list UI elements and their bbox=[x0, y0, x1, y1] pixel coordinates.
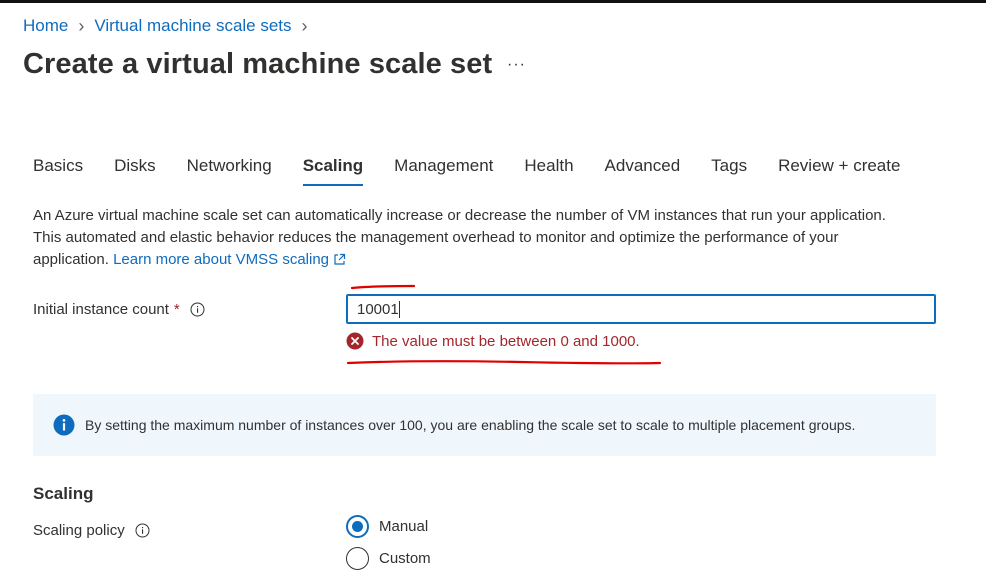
annotation-underline-bottom bbox=[346, 360, 662, 365]
external-link-icon bbox=[334, 253, 346, 265]
more-options-button[interactable]: ··· bbox=[507, 56, 526, 74]
validation-error: The value must be between 0 and 1000. bbox=[346, 332, 640, 350]
instance-count-label-text: Initial instance count bbox=[33, 301, 169, 318]
tab-networking[interactable]: Networking bbox=[187, 156, 272, 186]
breadcrumb-vmss-link[interactable]: Virtual machine scale sets bbox=[94, 16, 291, 36]
tab-tags[interactable]: Tags bbox=[711, 156, 747, 186]
scaling-policy-label-text: Scaling policy bbox=[33, 522, 125, 539]
chevron-right-icon: › bbox=[78, 16, 85, 36]
tab-advanced[interactable]: Advanced bbox=[605, 156, 681, 186]
instance-count-label: Initial instance count * bbox=[33, 301, 205, 318]
scaling-policy-label: Scaling policy bbox=[33, 522, 150, 539]
tab-basics[interactable]: Basics bbox=[33, 156, 83, 186]
scaling-section-title: Scaling bbox=[33, 484, 94, 503]
tab-management[interactable]: Management bbox=[394, 156, 493, 186]
scaling-policy-manual-option[interactable]: Manual bbox=[346, 515, 428, 538]
info-filled-icon bbox=[53, 414, 75, 436]
tab-disks[interactable]: Disks bbox=[114, 156, 156, 186]
scaling-description: An Azure virtual machine scale set can a… bbox=[33, 205, 913, 271]
chevron-right-icon: › bbox=[301, 16, 308, 36]
info-bar-text: By setting the maximum number of instanc… bbox=[85, 417, 856, 433]
radio-custom[interactable] bbox=[346, 547, 369, 570]
error-message: The value must be between 0 and 1000. bbox=[372, 332, 640, 350]
learn-more-link[interactable]: Learn more about VMSS scaling bbox=[113, 251, 346, 268]
annotation-underline-top bbox=[350, 284, 416, 290]
error-icon bbox=[346, 332, 364, 350]
learn-more-label: Learn more about VMSS scaling bbox=[113, 251, 330, 268]
tab-scaling[interactable]: Scaling bbox=[302, 156, 364, 186]
instance-count-input[interactable] bbox=[346, 294, 936, 324]
required-marker: * bbox=[173, 301, 180, 318]
page-title: Create a virtual machine scale set bbox=[23, 48, 493, 80]
radio-manual-label: Manual bbox=[379, 518, 429, 535]
scaling-policy-custom-option[interactable]: Custom bbox=[346, 547, 431, 570]
breadcrumb: Home › Virtual machine scale sets › bbox=[23, 16, 318, 36]
text-caret bbox=[399, 301, 400, 318]
info-icon[interactable] bbox=[135, 523, 150, 538]
tab-health[interactable]: Health bbox=[524, 156, 573, 186]
tab-strip: Basics Disks Networking Scaling Manageme… bbox=[33, 156, 931, 186]
breadcrumb-home-link[interactable]: Home bbox=[23, 16, 68, 36]
radio-custom-label: Custom bbox=[379, 550, 431, 567]
info-icon[interactable] bbox=[190, 302, 205, 317]
placement-groups-info-bar: By setting the maximum number of instanc… bbox=[33, 394, 936, 456]
top-border bbox=[0, 0, 986, 3]
radio-manual[interactable] bbox=[346, 515, 369, 538]
tab-review-create[interactable]: Review + create bbox=[778, 156, 900, 186]
